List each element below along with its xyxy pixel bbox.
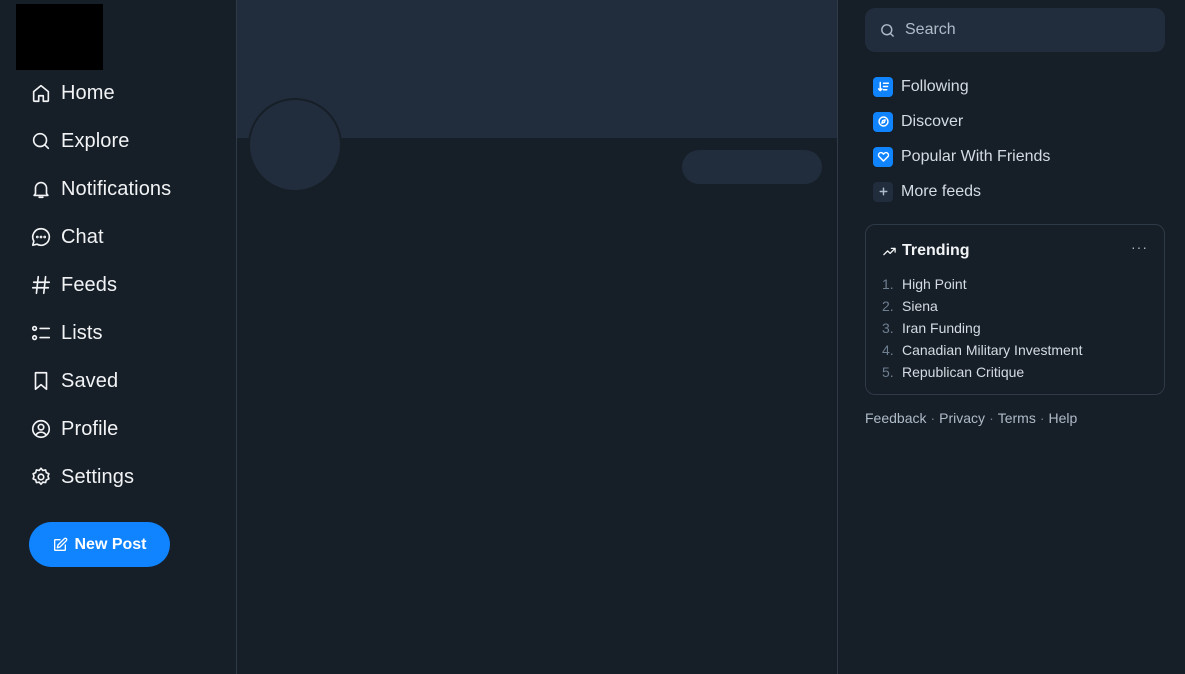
trending-topic: Canadian Military Investment (902, 342, 1083, 358)
trending-topic: Republican Critique (902, 364, 1025, 380)
new-post-label: New Post (74, 535, 147, 553)
feed-label: More feeds (901, 182, 982, 200)
trending-title: Trending (902, 242, 970, 259)
nav-item-label: Notifications (61, 177, 172, 200)
footer-link-terms[interactable]: Terms (998, 410, 1036, 426)
main-column (236, 0, 838, 674)
nav-item-label: Feeds (61, 273, 118, 296)
trending-item[interactable]: 5. Republican Critique (882, 361, 1148, 383)
nav-item-label: Home (61, 81, 115, 104)
footer-link-privacy[interactable]: Privacy (939, 410, 985, 426)
feed-item-following[interactable]: Following (873, 69, 1163, 104)
footer-link-help[interactable]: Help (1049, 410, 1078, 426)
trending-rank: 3. (882, 320, 894, 336)
nav-item-lists[interactable]: Lists (29, 309, 229, 357)
footer-separator: · (1039, 410, 1045, 426)
trending-list: 1. High Point 2. Siena 3. Iran Funding 4… (882, 273, 1148, 383)
feed-item-more-feeds[interactable]: More feeds (873, 174, 1163, 209)
list-icon (29, 321, 53, 345)
profile-avatar[interactable] (248, 98, 342, 192)
nav-item-settings[interactable]: Settings (29, 453, 229, 501)
discover-icon (873, 111, 893, 132)
search-icon (29, 129, 53, 153)
bookmark-icon (29, 369, 53, 393)
trending-rank: 2. (882, 298, 894, 314)
search-input[interactable] (905, 21, 1145, 39)
nav-item-label: Chat (61, 225, 104, 248)
nav-item-label: Profile (61, 417, 119, 440)
trending-rank: 5. (882, 364, 894, 380)
account-avatar[interactable] (16, 4, 103, 70)
bell-icon (29, 177, 53, 201)
chat-icon (29, 225, 53, 249)
profile-action-button[interactable] (682, 150, 822, 184)
home-icon (29, 81, 53, 105)
nav-item-label: Explore (61, 129, 130, 152)
trending-header: Trending (882, 241, 1148, 261)
nav-item-label: Lists (61, 321, 103, 344)
trending-up-icon (883, 247, 896, 255)
trending-panel: Trending ··· 1. High Point 2. Siena 3. I… (865, 224, 1165, 395)
trending-item[interactable]: 1. High Point (882, 273, 1148, 295)
footer-separator: · (989, 410, 994, 426)
feed-item-popular-with-friends[interactable]: Popular With Friends (873, 139, 1163, 174)
feed-label: Discover (901, 112, 964, 130)
nav-item-chat[interactable]: Chat (29, 213, 229, 261)
hash-icon (29, 273, 53, 297)
search-icon (881, 23, 894, 37)
feed-label: Popular With Friends (901, 147, 1051, 165)
feed-item-discover[interactable]: Discover (873, 104, 1163, 139)
nav-item-saved[interactable]: Saved (29, 357, 229, 405)
nav-item-label: Saved (61, 369, 119, 392)
footer-separator: · (930, 410, 936, 426)
gear-icon (29, 465, 53, 489)
trending-item[interactable]: 3. Iran Funding (882, 317, 1148, 339)
edit-icon (54, 537, 68, 551)
trending-rank: 1. (882, 276, 894, 292)
more-options-icon[interactable]: ··· (1131, 239, 1148, 255)
nav-item-home[interactable]: Home (29, 69, 229, 117)
new-post-button[interactable]: New Post (29, 522, 170, 567)
nav-item-profile[interactable]: Profile (29, 405, 229, 453)
nav-item-label: Settings (61, 465, 135, 488)
trending-item[interactable]: 4. Canadian Military Investment (882, 339, 1148, 361)
plus-icon (873, 181, 893, 202)
app: Home Explore Notifications Chat Feeds Li… (0, 0, 1185, 674)
search-bar[interactable] (865, 8, 1165, 52)
nav-item-explore[interactable]: Explore (29, 117, 229, 165)
trending-topic: Iran Funding (902, 320, 981, 336)
footer-links: Feedback · Privacy · Terms · Help (865, 410, 1077, 426)
heart-icon (873, 146, 893, 167)
footer-link-feedback[interactable]: Feedback (865, 410, 926, 426)
left-sidebar: Home Explore Notifications Chat Feeds Li… (0, 0, 236, 674)
trending-rank: 4. (882, 342, 894, 358)
feed-label: Following (901, 77, 969, 95)
trending-topic: High Point (902, 276, 967, 292)
nav-item-notifications[interactable]: Notifications (29, 165, 229, 213)
nav-item-feeds[interactable]: Feeds (29, 261, 229, 309)
sort-icon (873, 76, 893, 97)
user-circle-icon (29, 417, 53, 441)
trending-item[interactable]: 2. Siena (882, 295, 1148, 317)
feed-list: Following Discover Popular With Friends … (873, 69, 1163, 209)
main-nav: Home Explore Notifications Chat Feeds Li… (29, 69, 229, 501)
trending-topic: Siena (902, 298, 938, 314)
